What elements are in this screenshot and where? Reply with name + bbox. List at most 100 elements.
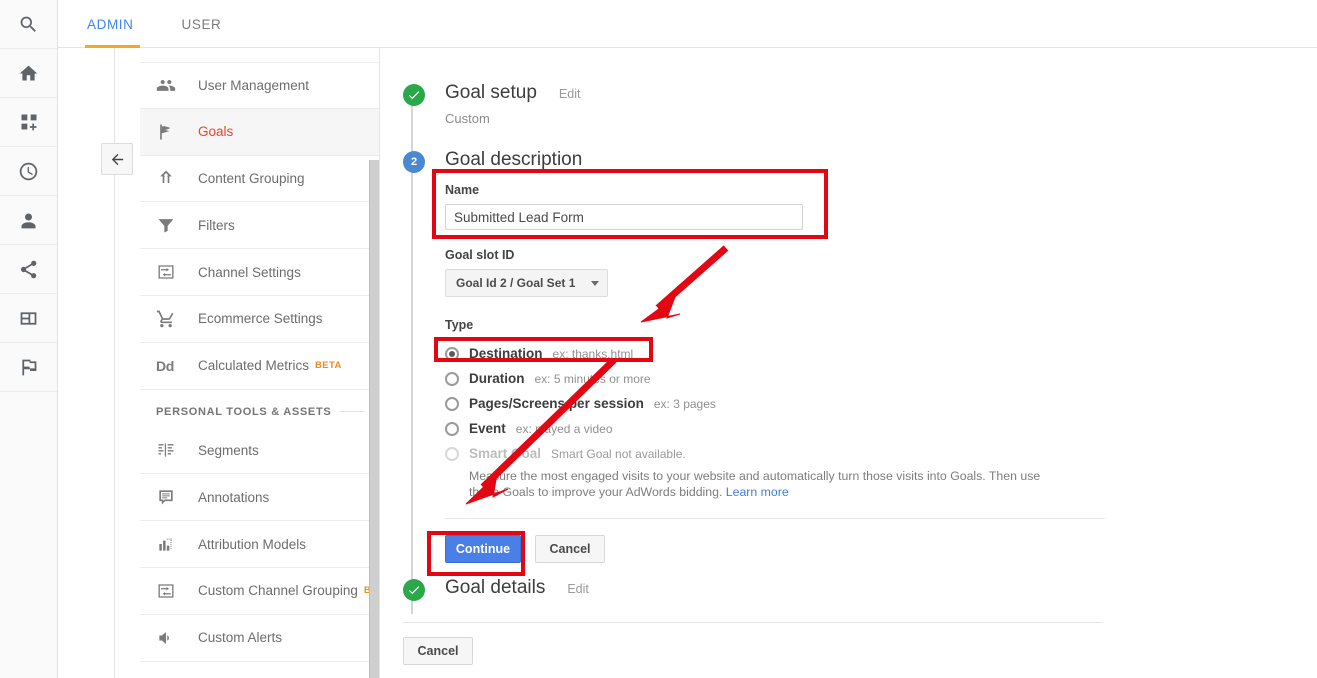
funnel-icon [156, 215, 184, 235]
section-divider [445, 518, 1105, 519]
acquisition-share-icon[interactable] [0, 245, 57, 294]
shopping-cart-icon [156, 309, 184, 329]
edit-goal-details-link[interactable]: Edit [567, 582, 589, 596]
menu-item-content-grouping[interactable]: Content Grouping [140, 156, 379, 203]
home-icon[interactable] [0, 49, 57, 98]
wizard-step-goal-setup: Goal setup Edit Custom [403, 82, 1317, 126]
people-icon [156, 75, 184, 95]
type-group: Type Destination ex: thanks.html Duratio… [445, 318, 1317, 500]
menu-item-filters[interactable]: Filters [140, 202, 379, 249]
step-complete-badge [403, 84, 425, 106]
flag-icon [156, 122, 184, 142]
dd-icon: Dd [156, 358, 184, 374]
tab-user[interactable]: USER [166, 0, 238, 48]
goal-slot-group: Goal slot ID Goal Id 2 / Goal Set 1 [445, 248, 1317, 297]
menu-item-label: Calculated Metrics [198, 358, 309, 373]
radio-option-pages-screens-per-session[interactable]: Pages/Screens per session ex: 3 pages [445, 391, 1317, 416]
cancel-button[interactable]: Cancel [535, 535, 605, 563]
menu-item-annotations[interactable]: Annotations [140, 474, 379, 521]
top-tab-bar: ADMIN USER [58, 0, 1317, 48]
footer-divider [403, 622, 1103, 623]
radio-option-destination[interactable]: Destination ex: thanks.html [445, 341, 1317, 366]
admin-settings-menu: User Management Goals Content Grouping F… [140, 48, 380, 678]
tab-admin[interactable]: ADMIN [71, 0, 150, 48]
menu-section-title: PERSONAL TOOLS & ASSETS [156, 406, 331, 418]
radio-hint: ex: played a video [516, 422, 613, 436]
wizard-action-row: Continue Cancel [445, 535, 1317, 563]
step-header: Goal setup Edit [445, 82, 1317, 104]
menu-item-label: Custom Alerts [198, 630, 282, 645]
learn-more-link[interactable]: Learn more [726, 485, 789, 499]
audience-person-icon[interactable] [0, 196, 57, 245]
step-number-badge: 2 [403, 151, 425, 173]
menu-item-label: Annotations [198, 490, 269, 505]
content-grouping-icon [156, 168, 184, 188]
beta-badge: BETA [315, 360, 342, 371]
goal-setup-subtitle: Custom [445, 111, 1317, 126]
menu-item-label: Channel Settings [198, 265, 301, 280]
menu-item-custom-channel-grouping[interactable]: Custom Channel Grouping BET. [140, 568, 379, 615]
channel-settings-icon [156, 581, 184, 601]
customization-icon[interactable] [0, 98, 57, 147]
menu-scrollbar[interactable] [369, 160, 379, 678]
segments-icon [156, 440, 184, 460]
continue-button[interactable]: Continue [445, 535, 521, 563]
menu-item-segments[interactable]: Segments [140, 428, 379, 475]
radio-option-duration[interactable]: Duration ex: 5 minutes or more [445, 366, 1317, 391]
name-label: Name [445, 183, 1317, 197]
menu-item-label: Attribution Models [198, 537, 306, 552]
radio-label: Pages/Screens per session [469, 396, 644, 411]
menu-item-label: Content Grouping [198, 171, 305, 186]
goal-details-title: Goal details [445, 577, 545, 599]
left-icon-rail [0, 0, 58, 678]
radio-icon [445, 397, 459, 411]
radio-hint: Smart Goal not available. [551, 447, 686, 461]
radio-icon [445, 347, 459, 361]
chevron-down-icon [591, 281, 599, 286]
radio-icon [445, 422, 459, 436]
radio-option-smart-goal: Smart Goal Smart Goal not available. [445, 441, 1317, 466]
menu-item-label: Goals [198, 124, 233, 139]
megaphone-icon [156, 628, 184, 648]
menu-item-user-management[interactable]: User Management [140, 62, 379, 109]
collapse-back-button[interactable] [101, 143, 133, 175]
type-label: Type [445, 318, 1317, 332]
menu-item-goals[interactable]: Goals [140, 109, 379, 156]
menu-item-calculated-metrics[interactable]: Dd Calculated Metrics BETA [140, 343, 379, 390]
goal-slot-id-label: Goal slot ID [445, 248, 1317, 262]
menu-item-label: Filters [198, 218, 235, 233]
menu-item-label: User Management [198, 78, 309, 93]
annotations-icon [156, 487, 184, 507]
wizard-step-goal-description: 2 Goal description Name Goal slot ID Goa… [403, 149, 1317, 563]
radio-hint: ex: 3 pages [654, 397, 716, 411]
menu-item-attribution-models[interactable]: Attribution Models [140, 521, 379, 568]
section-rule [339, 411, 365, 412]
menu-item-custom-alerts[interactable]: Custom Alerts [140, 615, 379, 662]
analytics-admin-screen: ADMIN USER User Management Goals [0, 0, 1317, 678]
edit-goal-setup-link[interactable]: Edit [559, 87, 581, 101]
search-icon[interactable] [0, 0, 57, 49]
goal-name-input[interactable] [445, 204, 803, 230]
arrow-left-icon [109, 151, 126, 168]
name-field-group: Name [445, 183, 1317, 230]
menu-section-header: PERSONAL TOOLS & ASSETS [140, 390, 379, 428]
behavior-panel-icon[interactable] [0, 294, 57, 343]
realtime-clock-icon[interactable] [0, 147, 57, 196]
radio-option-event[interactable]: Event ex: played a video [445, 416, 1317, 441]
bottom-cancel-button[interactable]: Cancel [403, 637, 473, 665]
step-complete-badge [403, 579, 425, 601]
menu-item-channel-settings[interactable]: Channel Settings [140, 249, 379, 296]
conversions-flag-icon[interactable] [0, 343, 57, 392]
tab-admin-label: ADMIN [87, 17, 134, 32]
attribution-bars-icon [156, 534, 184, 554]
admin-menu-list: User Management Goals Content Grouping F… [140, 48, 379, 662]
page-title: Goal setup [445, 82, 537, 104]
goal-wizard: Goal setup Edit Custom 2 Goal descriptio… [381, 48, 1317, 665]
main-content: Goal setup Edit Custom 2 Goal descriptio… [381, 48, 1317, 678]
goal-slot-id-select[interactable]: Goal Id 2 / Goal Set 1 [445, 269, 608, 297]
radio-label: Destination [469, 346, 543, 361]
tab-user-label: USER [182, 17, 222, 32]
smart-goal-description: Measure the most engaged visits to your … [469, 469, 1069, 500]
radio-icon [445, 447, 459, 461]
menu-item-ecommerce-settings[interactable]: Ecommerce Settings BETA [140, 296, 379, 343]
